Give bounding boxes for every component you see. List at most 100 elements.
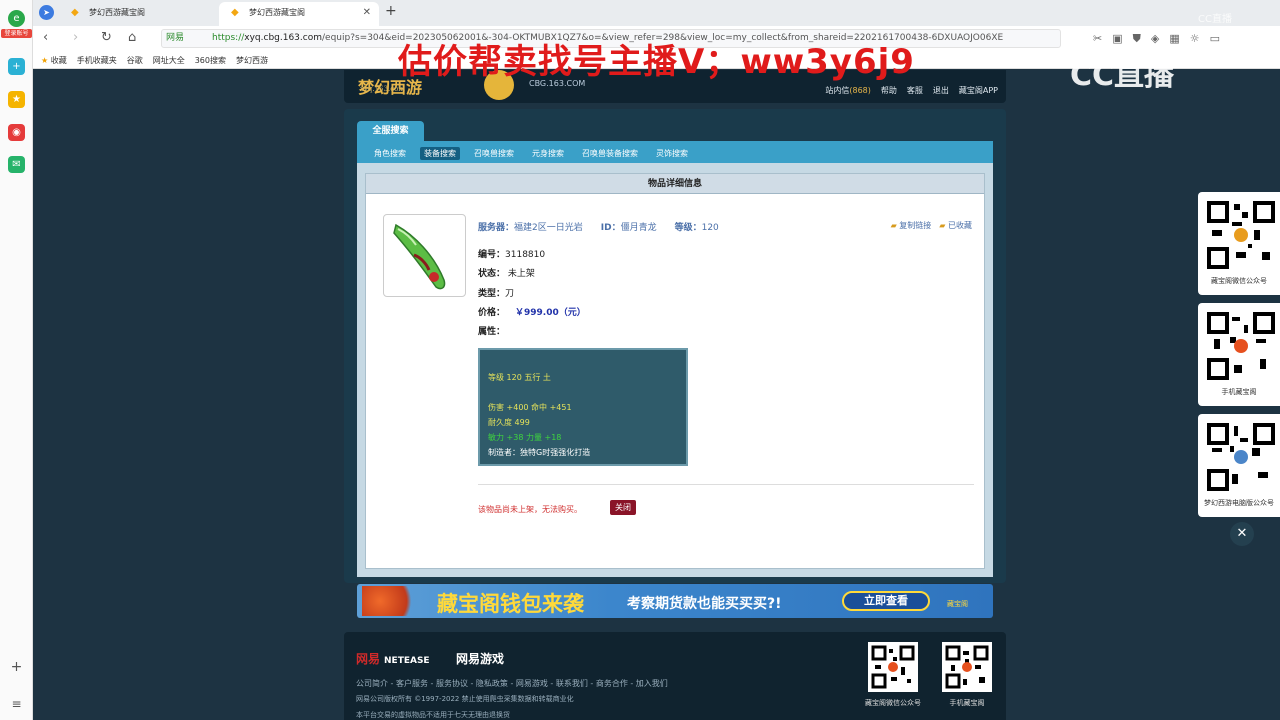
attribute-box: 等级 120 五行 土 伤害 +400 命中 +451 耐久度 499 敏力 +…	[478, 348, 688, 466]
add-icon[interactable]: +	[8, 658, 25, 675]
tab-all-server-search[interactable]: 全服搜索	[357, 121, 424, 141]
reload-icon[interactable]: ↻	[101, 31, 112, 45]
folder-icon: ▰	[890, 221, 897, 230]
browser-logo-icon[interactable]: e	[8, 10, 25, 27]
service-link[interactable]: 客服	[907, 85, 923, 96]
attr-line: 耐久度 499	[488, 418, 530, 427]
shield-icon[interactable]: ⛊	[1133, 32, 1141, 46]
browser-tab-active[interactable]: ◆ 梦幻西游藏宝阁 ✕	[219, 2, 379, 26]
side-qr-card[interactable]: 藏宝阁微信公众号	[1198, 192, 1280, 295]
banner-brand: 藏宝阁	[947, 600, 968, 608]
qr-label: 藏宝阁微信公众号	[1211, 277, 1267, 285]
folder-icon: ▰	[939, 221, 946, 230]
tab-role-search[interactable]: 角色搜索	[370, 147, 410, 160]
help-link[interactable]: 帮助	[881, 85, 897, 96]
user-links: 站内信(868) 帮助 客服 退出 藏宝阁APP	[825, 85, 998, 96]
close-side-panel-icon[interactable]: ✕	[1230, 522, 1254, 546]
item-info-line: 服务器：福建2区一日光岩 ID：僵月青龙 等级：120	[478, 220, 719, 233]
qr-code	[1206, 311, 1276, 381]
tab-close-icon[interactable]: ✕	[363, 2, 371, 24]
item-detail-box: 物品详细信息 服务器：福建2区一日光岩 ID：僵月青龙 等级：120 ▰ 复制链…	[365, 173, 985, 569]
url-host: xyq.cbg.163.com	[244, 33, 322, 43]
item-actions: ▰ 复制链接 ▰ 已收藏	[891, 220, 972, 231]
mail-icon[interactable]: ✉	[8, 156, 25, 173]
level-info: 等级：120	[674, 223, 719, 233]
url-scheme: https://	[212, 33, 245, 43]
tab-pet-search[interactable]: 召唤兽搜索	[470, 147, 518, 160]
banner-title: 藏宝阁钱包来袭	[437, 591, 584, 616]
home-icon[interactable]: ⌂	[128, 31, 136, 45]
stream-overlay-text: 估价帮卖找号主播V；ww3y6j9	[398, 42, 915, 82]
menu-icon[interactable]: ≡	[8, 695, 25, 712]
left-sidebar: e 登录账号 + ★ ◉ ✉ + ≡	[0, 0, 33, 720]
security-label: 网易	[166, 33, 185, 43]
footer-copyright: 网易公司版权所有 ©1997-2022 禁止使用爬虫采集数据和转载商业化	[356, 695, 574, 703]
search-subtabs: 角色搜索 装备搜索 召唤兽搜索 元身搜索 召唤兽装备搜索 灵饰搜索	[357, 141, 993, 163]
side-qr-card[interactable]: 手机藏宝阁	[1198, 303, 1280, 406]
tab-pet-equip-search[interactable]: 召唤兽装备搜索	[578, 147, 642, 160]
weibo-icon[interactable]: ◉	[8, 124, 25, 141]
main-panel: 全服搜索 角色搜索 装备搜索 召唤兽搜索 元身搜索 召唤兽装备搜索 灵饰搜索 物…	[344, 109, 1006, 583]
netease-logo[interactable]: 网易 NETEASE	[356, 650, 430, 667]
footer-qr-label: 手机藏宝阁	[949, 699, 985, 707]
inbox-link[interactable]: 站内信(868)	[825, 85, 871, 96]
bookmark-item[interactable]: 手机收藏夹	[77, 55, 117, 66]
bookmark-item[interactable]: 梦幻西游	[236, 55, 268, 66]
logout-link[interactable]: 退出	[933, 85, 949, 96]
navigation-icon[interactable]: ➤	[39, 5, 54, 20]
tab-ornament-search[interactable]: 灵饰搜索	[652, 147, 692, 160]
plus-app-icon[interactable]: +	[8, 58, 25, 75]
toolbar-icons: ✂ ▣ ⛊ ◈ ▦ ☼ ▭	[1093, 32, 1220, 46]
tab-strip: ➤ ◆ 梦幻西游藏宝阁 ◆ 梦幻西游藏宝阁 ✕ +	[33, 0, 1280, 26]
new-tab-button[interactable]: +	[385, 3, 397, 19]
apps-grid-icon[interactable]: ▦	[1169, 32, 1179, 46]
footer-note: 本平台交易的虚拟物品不适用于七天无理由退换货	[356, 711, 510, 719]
item-image	[383, 214, 466, 297]
footer-links[interactable]: 公司简介 - 客户服务 - 服务协议 - 隐私政策 - 网易游戏 - 联系我们 …	[356, 678, 668, 689]
tab-favicon-icon: ◆	[231, 7, 239, 18]
tab-title: 梦幻西游藏宝阁	[249, 8, 305, 17]
id-info: ID：僵月青龙	[600, 223, 657, 233]
side-qr-card[interactable]: 梦幻西游电脑版公众号	[1198, 414, 1280, 517]
game-icon[interactable]: ◈	[1151, 32, 1159, 46]
qr-label: 手机藏宝阁	[1221, 388, 1257, 396]
copy-link-button[interactable]: ▰ 复制链接	[891, 220, 932, 231]
bookmark-item[interactable]: 360搜索	[195, 55, 226, 66]
type-field: 类型：刀	[478, 289, 515, 299]
attr-label: 属性：	[478, 327, 506, 337]
collected-button[interactable]: ▰ 已收藏	[939, 220, 972, 231]
tab-body-search[interactable]: 元身搜索	[528, 147, 568, 160]
cc-live-watermark: CC直播	[1070, 58, 1175, 93]
banner-subtitle: 考察期货款也能买买买?!	[627, 596, 782, 612]
number-field: 编号：3118810	[478, 250, 546, 260]
view-now-button[interactable]: 立即查看	[842, 591, 930, 611]
attr-line: 敏力 +38 力量 +18	[488, 433, 562, 442]
detail-header: 物品详细信息	[366, 174, 984, 194]
close-button[interactable]: 关闭	[610, 500, 636, 515]
login-badge[interactable]: 登录账号	[1, 29, 32, 38]
content-area: 物品详细信息 服务器：福建2区一日光岩 ID：僵月青龙 等级：120 ▰ 复制链…	[357, 163, 993, 577]
banner-character-image	[362, 586, 422, 616]
server-info: 服务器：福建2区一日光岩	[478, 223, 583, 233]
maker-line: 制造者：独特G时强强化打造	[488, 448, 591, 457]
bookmark-item[interactable]: 谷歌	[127, 55, 143, 66]
extension-icon[interactable]: ▣	[1112, 32, 1122, 46]
attr-line: 伤害 +400 命中 +451	[488, 403, 572, 412]
window-icon[interactable]: ▭	[1210, 32, 1220, 46]
app-link[interactable]: 藏宝阁APP	[959, 85, 998, 96]
settings-icon[interactable]: ☼	[1190, 32, 1200, 46]
bookmark-item[interactable]: 网址大全	[153, 55, 185, 66]
not-listed-notice: 该物品尚未上架，无法购买。	[478, 505, 582, 514]
bookmark-favorites[interactable]: ★ 收藏	[41, 55, 67, 66]
qr-label: 梦幻西游电脑版公众号	[1204, 499, 1274, 507]
tab-equip-search[interactable]: 装备搜索	[420, 147, 460, 160]
back-icon[interactable]: ‹	[43, 31, 48, 45]
tab-favicon-icon: ◆	[71, 7, 79, 18]
browser-tab[interactable]: ◆ 梦幻西游藏宝阁	[59, 2, 219, 26]
scissors-icon[interactable]: ✂	[1093, 32, 1102, 46]
forward-icon[interactable]: ›	[73, 31, 78, 45]
netease-games-logo[interactable]: 网易游戏	[456, 650, 504, 667]
promo-banner[interactable]: 藏宝阁钱包来袭 考察期货款也能买买买?! 立即查看 藏宝阁	[357, 584, 993, 618]
cc-live-watermark-small: CC直播	[1198, 14, 1232, 25]
favorites-star-icon[interactable]: ★	[8, 91, 25, 108]
